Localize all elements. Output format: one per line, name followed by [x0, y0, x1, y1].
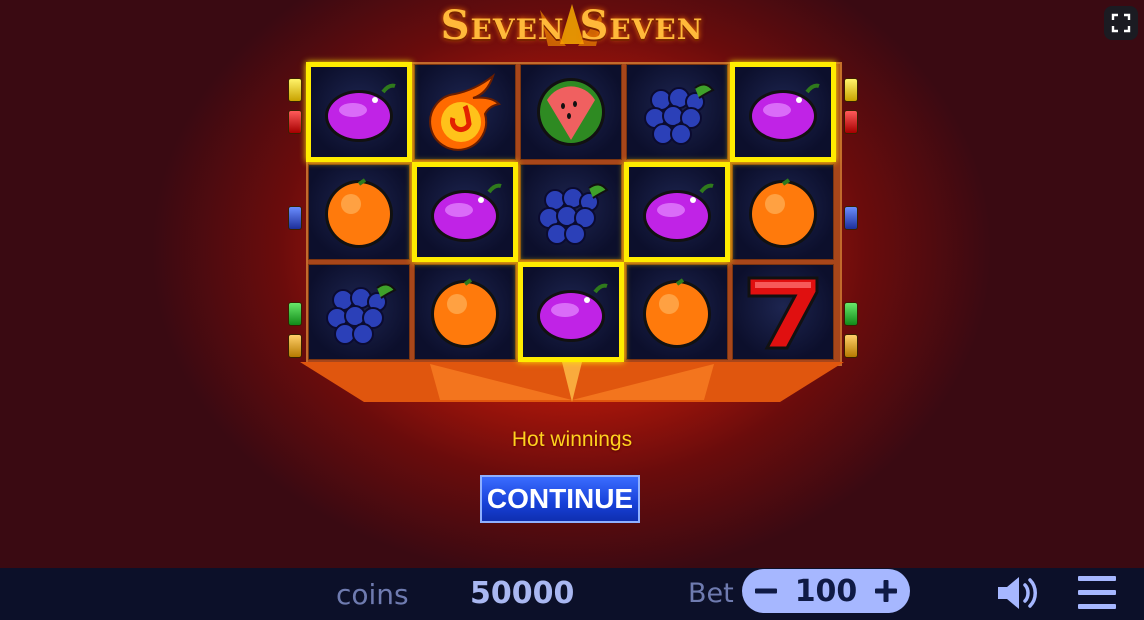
reel-cell-grapes [520, 164, 622, 260]
payline-marker [288, 206, 302, 230]
grapes-icon [326, 283, 397, 345]
minus-icon [755, 588, 777, 594]
reel-cell-plum [412, 162, 518, 262]
payline-marker [844, 110, 858, 134]
reel-cell-grapes [626, 64, 728, 160]
game-stage: Seven Seven Hot winnings CONTINUE [0, 0, 1144, 568]
win-message: Hot winnings [511, 428, 633, 451]
plum-icon [431, 183, 502, 242]
payline-marker [288, 110, 302, 134]
reel-cell-orange [414, 264, 516, 360]
bet-decrease-button[interactable] [744, 569, 788, 613]
orange-icon [431, 278, 499, 348]
speaker-icon [998, 577, 1037, 609]
game-title: Seven Seven [440, 2, 704, 49]
payline-marker [288, 78, 302, 102]
sound-toggle-button[interactable] [994, 572, 1042, 614]
orange-icon [643, 278, 711, 348]
reel-cell-fireball [414, 64, 516, 160]
seven-icon [747, 276, 819, 350]
plum-icon [749, 83, 820, 142]
bet-value: 100 [794, 574, 858, 609]
reel-cell-orange [626, 264, 728, 360]
plum-icon [537, 283, 608, 342]
fireball-icon [429, 73, 502, 151]
payline-marker [844, 78, 858, 102]
orange-icon [749, 178, 817, 248]
title-area: Seven Seven [0, 0, 1144, 56]
reel-grid [306, 62, 842, 366]
reel-cell-watermelon [520, 64, 622, 160]
reel-cell-plum [730, 62, 836, 162]
reel-cell-plum [624, 162, 730, 262]
reel-cell-orange [308, 164, 410, 260]
bet-stepper: 100 [742, 569, 910, 613]
hamburger-menu-icon [1078, 576, 1116, 609]
payline-marker [844, 206, 858, 230]
plum-icon [643, 183, 714, 242]
grapes-icon [538, 183, 609, 245]
coins-value: 50000 [470, 576, 575, 611]
bet-increase-button[interactable] [864, 569, 908, 613]
continue-button[interactable]: CONTINUE [480, 475, 640, 523]
orange-icon [325, 178, 393, 248]
reel-cell-plum [518, 262, 624, 362]
coins-label: coins [336, 578, 409, 611]
reel-cell-seven [732, 264, 834, 360]
grapes-icon [644, 83, 715, 145]
payline-marker [844, 302, 858, 326]
reel-cell-grapes [308, 264, 410, 360]
payline-marker [288, 334, 302, 358]
bet-label: Bet [688, 578, 734, 609]
plus-icon [875, 580, 897, 602]
reel-cell-orange [732, 164, 834, 260]
watermelon-icon [537, 78, 605, 146]
bottom-bar: coins 50000 Bet 100 [0, 568, 1144, 620]
plum-icon [325, 83, 396, 142]
menu-button[interactable] [1074, 572, 1120, 614]
payline-marker [288, 302, 302, 326]
payline-marker [844, 334, 858, 358]
reel-cell-plum [306, 62, 412, 162]
reel-base [300, 362, 844, 402]
